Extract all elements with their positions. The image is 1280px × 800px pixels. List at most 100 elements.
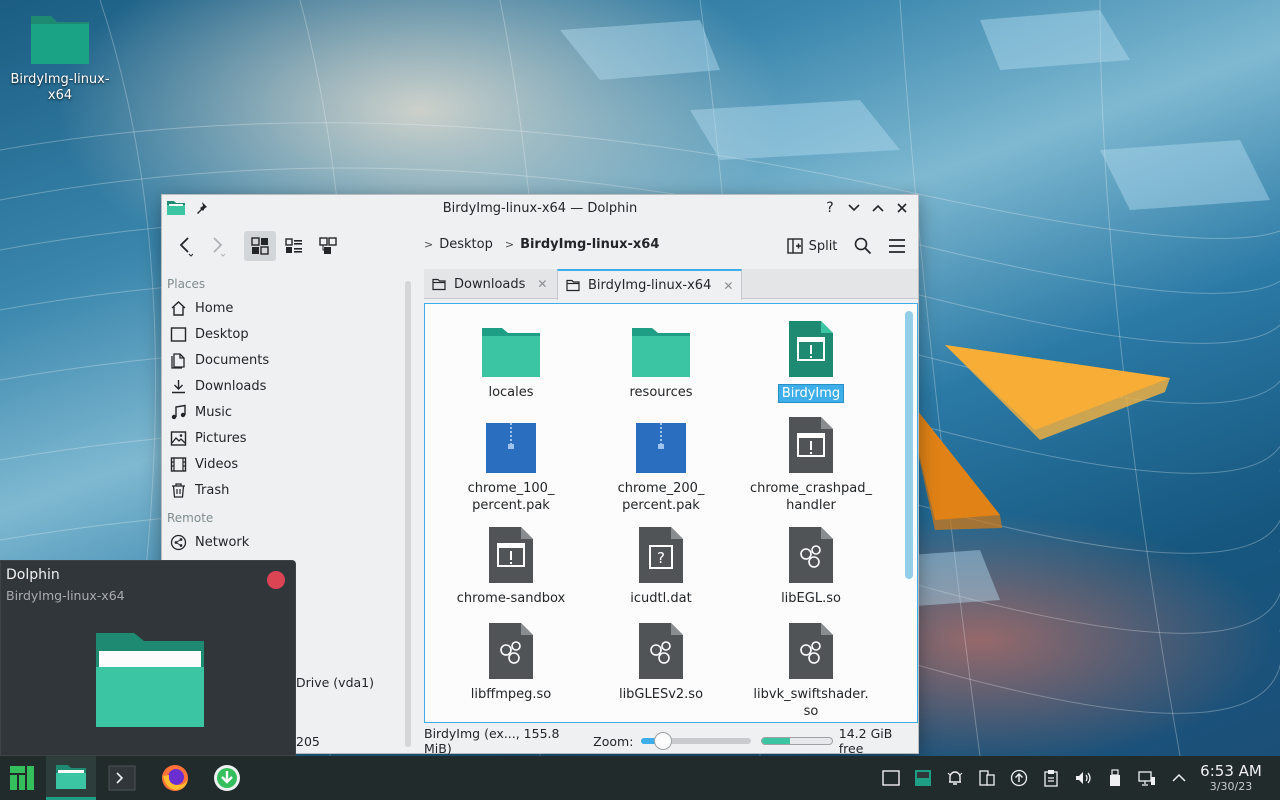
removable-devices-button[interactable] (1106, 769, 1124, 787)
file-item-selected[interactable]: BirdyImg (741, 318, 881, 403)
tray-expand-button[interactable] (1170, 769, 1188, 787)
library-icon (639, 623, 683, 679)
file-item[interactable]: chrome_crashpad_ handler (741, 414, 881, 514)
breadcrumb-current[interactable]: BirdyImg-linux-x64 (520, 237, 659, 252)
place-documents[interactable]: Documents (162, 347, 402, 373)
pager-button[interactable] (914, 769, 932, 787)
wired-network-icon (1138, 771, 1155, 786)
file-view[interactable]: locales resources BirdyImg chrome_100_ p… (424, 303, 918, 723)
place-label: Music (195, 404, 232, 420)
place-videos[interactable]: Videos (162, 451, 402, 477)
tooltip-close-button[interactable] (267, 571, 285, 589)
help-button[interactable]: ? (820, 198, 840, 218)
place-label: Desktop (195, 326, 249, 342)
forward-button[interactable] (202, 231, 232, 261)
search-button[interactable] (848, 231, 878, 261)
show-desktop-icon (882, 770, 900, 786)
tab-close-icon[interactable]: ✕ (723, 279, 733, 293)
volume-button[interactable] (1074, 769, 1092, 787)
app-menu-button[interactable] (4, 756, 40, 800)
videos-icon (170, 456, 187, 472)
update-arrow-icon (1010, 769, 1028, 787)
minimize-button[interactable] (844, 198, 864, 218)
file-item[interactable]: locales (441, 318, 581, 401)
device-manager-button[interactable] (978, 769, 996, 787)
window-title: BirdyImg-linux-x64 — Dolphin (442, 201, 638, 216)
file-item[interactable]: chrome-sandbox (441, 524, 581, 607)
network-button[interactable] (1138, 769, 1156, 787)
search-icon (854, 237, 872, 255)
place-label: Downloads (195, 378, 267, 394)
split-button[interactable]: Split (782, 231, 842, 261)
icons-view-button[interactable] (244, 231, 276, 261)
clipboard-button[interactable] (1042, 769, 1060, 787)
task-firefox[interactable] (154, 756, 196, 800)
close-icon (897, 203, 907, 213)
file-item[interactable]: chrome_100_ percent.pak (441, 414, 581, 514)
file-item[interactable]: resources (591, 318, 731, 401)
updates-button[interactable] (1010, 769, 1028, 787)
file-item[interactable]: chrome_200_ percent.pak (591, 414, 731, 514)
file-name: chrome_100_ percent.pak (467, 481, 555, 513)
place-downloads[interactable]: Downloads (162, 373, 402, 399)
place-network[interactable]: Network (162, 529, 402, 555)
title-bar[interactable]: BirdyImg-linux-x64 — Dolphin ? (162, 195, 918, 223)
task-downloader[interactable] (206, 756, 248, 800)
file-item[interactable]: libvk_swiftshader. so (741, 620, 881, 720)
place-music[interactable]: Music (162, 399, 402, 425)
kdeconnect-icon (979, 770, 995, 786)
home-icon (171, 300, 186, 316)
zoom-slider[interactable] (641, 732, 752, 750)
show-desktop-button[interactable] (882, 769, 900, 787)
place-label: Network (195, 534, 250, 550)
tab-downloads[interactable]: Downloads ✕ (424, 269, 555, 299)
breadcrumb-separator-icon: > (424, 238, 434, 251)
breadcrumb-desktop[interactable]: Desktop (439, 237, 493, 252)
file-name: chrome_crashpad_ handler (749, 481, 872, 513)
task-terminal[interactable] (102, 756, 142, 800)
hamburger-menu-button[interactable] (882, 231, 912, 261)
digital-clock[interactable]: 6:53 AM 3/30/23 (1196, 762, 1266, 793)
terminal-icon (108, 765, 136, 791)
folder-icon (566, 279, 580, 292)
desktop-folder-icon[interactable]: BirdyImg-linux-x64 (8, 10, 112, 104)
zoom-label: Zoom: (593, 733, 634, 749)
library-icon (789, 623, 833, 679)
back-button[interactable] (170, 231, 200, 261)
files-scrollbar[interactable] (905, 311, 913, 579)
chevron-up-icon (1172, 773, 1186, 782)
place-label: Documents (195, 352, 270, 368)
task-tooltip[interactable]: Dolphin BirdyImg-linux-x64 (0, 560, 296, 756)
zoom-slider-handle[interactable] (654, 732, 673, 750)
firefox-icon (162, 765, 188, 791)
network-icon (170, 534, 187, 550)
tab-birdyimg[interactable]: BirdyImg-linux-x64 ✕ (557, 269, 743, 300)
notifications-button[interactable] (946, 769, 964, 787)
place-trash[interactable]: Trash (162, 477, 402, 503)
place-home[interactable]: Home (162, 295, 402, 321)
close-button[interactable] (892, 198, 912, 218)
split-label: Split (808, 238, 838, 254)
details-view-button[interactable] (312, 231, 344, 261)
places-scrollbar[interactable] (405, 281, 411, 747)
file-name: chrome-sandbox (456, 591, 566, 606)
place-pictures[interactable]: Pictures (162, 425, 402, 451)
file-item[interactable]: libEGL.so (741, 524, 881, 607)
place-desktop[interactable]: Desktop (162, 321, 402, 347)
pager-icon (915, 770, 931, 786)
file-name: resources (629, 385, 693, 400)
desktop-icon (170, 326, 187, 342)
maximize-button[interactable] (868, 198, 888, 218)
file-name: libvk_swiftshader. so (753, 687, 869, 719)
file-item[interactable]: libffmpeg.so (441, 620, 581, 703)
tab-close-icon[interactable]: ✕ (537, 277, 547, 291)
main-toolbar: > Desktop > BirdyImg-linux-x64 Split (162, 227, 918, 267)
chevron-up-icon (872, 204, 884, 212)
file-item[interactable]: ? icudtl.dat (591, 524, 731, 607)
compact-view-button[interactable] (278, 231, 310, 261)
place-label: Home (195, 300, 234, 316)
file-item[interactable]: libGLESv2.so (591, 620, 731, 703)
task-dolphin[interactable] (46, 756, 96, 800)
system-tray (882, 756, 1188, 800)
place-label: Videos (195, 456, 239, 472)
